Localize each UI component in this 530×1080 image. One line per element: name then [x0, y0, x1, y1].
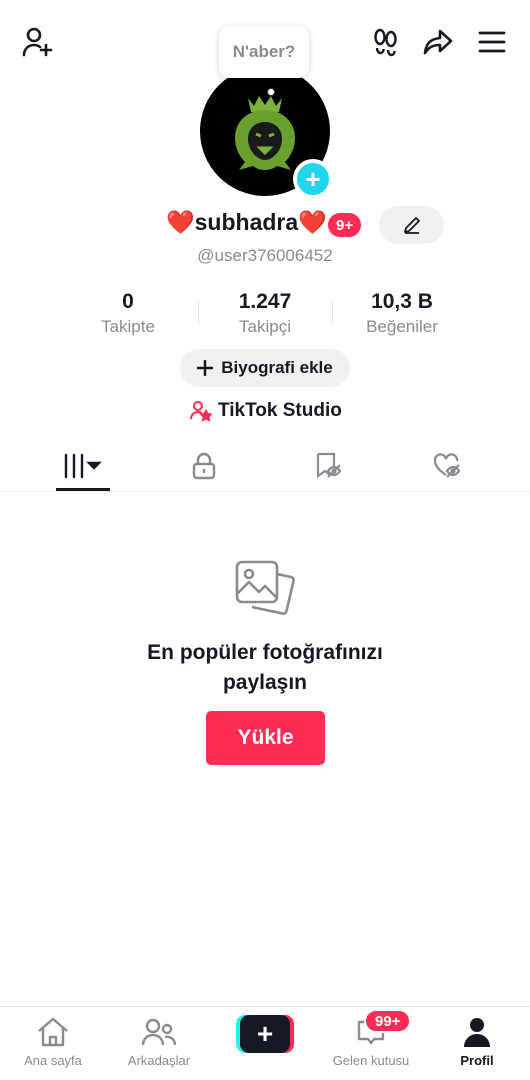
username-handle: @user376006452	[197, 246, 333, 265]
videos-grid-icon	[64, 453, 102, 479]
nav-home[interactable]: Ana sayfa	[3, 1015, 103, 1068]
note-bubble[interactable]: N'aber?	[219, 26, 309, 78]
profile-tabs	[0, 440, 530, 492]
note-dot	[267, 88, 275, 96]
tab-liked[interactable]	[422, 448, 474, 484]
profile-stats: 0 Takipte 1.247 Takipçi 10,3 B Beğeniler	[60, 290, 470, 340]
followers-label: Takipçi	[239, 317, 291, 336]
empty-state-title: En popüler fotoğrafınızı paylaşın	[0, 638, 530, 698]
notification-badge[interactable]: 9+	[328, 213, 362, 237]
liked-hidden-icon	[433, 453, 461, 478]
bottom-nav: Ana sayfa Arkadaşlar + Gelen kutusu 99+	[0, 1006, 530, 1080]
share-profile-button[interactable]	[418, 22, 458, 62]
add-user-icon	[22, 27, 53, 57]
menu-icon	[478, 31, 506, 53]
active-tab-indicator	[56, 488, 110, 491]
name-row: ❤️subhadra❤️ 9+	[0, 206, 530, 246]
avatar-container[interactable]: +	[200, 66, 333, 199]
create-icon: +	[240, 1015, 290, 1053]
following-stat[interactable]: 0 Takipte	[60, 290, 196, 337]
photos-icon	[235, 560, 295, 615]
tiktok-studio-link[interactable]: TikTok Studio	[190, 398, 342, 424]
likes-count: 10,3 B	[371, 290, 433, 313]
stat-divider	[332, 302, 333, 324]
profile-views-button[interactable]	[366, 22, 406, 62]
nav-profile-label: Profil	[460, 1053, 494, 1068]
pencil-icon	[403, 217, 420, 234]
studio-creator-icon	[190, 401, 212, 422]
photo-icon-container	[234, 556, 296, 620]
note-text: N'aber?	[232, 42, 296, 61]
lock-icon	[192, 452, 216, 480]
inbox-badge: 99+	[364, 1009, 412, 1033]
share-icon	[423, 29, 453, 55]
plus-icon	[197, 360, 214, 376]
add-bio-button[interactable]: Biyografi ekle	[180, 349, 350, 387]
nav-friends-label: Arkadaşlar	[127, 1053, 191, 1068]
home-icon	[38, 1017, 68, 1047]
nav-friends[interactable]: Arkadaşlar	[109, 1015, 209, 1068]
tab-private[interactable]	[178, 448, 230, 484]
followers-count: 1.247	[238, 290, 292, 313]
profile-icon	[464, 1018, 490, 1047]
tab-videos[interactable]	[56, 448, 108, 484]
add-user-button[interactable]	[18, 22, 58, 62]
tagged-hidden-icon	[316, 452, 342, 479]
empty-title-line2: paylaşın	[222, 671, 308, 694]
nav-profile[interactable]: Profil	[427, 1015, 527, 1068]
empty-title-line1: En popüler fotoğrafınızı	[147, 641, 383, 664]
likes-label: Beğeniler	[366, 317, 438, 336]
following-label: Takipte	[101, 317, 155, 336]
nav-inbox-label: Gelen kutusu	[332, 1053, 410, 1068]
friends-icon	[141, 1018, 177, 1046]
create-button[interactable]: +	[236, 1015, 294, 1053]
nav-home-label: Ana sayfa	[24, 1053, 82, 1068]
menu-button[interactable]	[472, 22, 512, 62]
followers-stat[interactable]: 1.247 Takipçi	[197, 290, 333, 337]
tiktok-studio-label: TikTok Studio	[218, 400, 342, 421]
edit-profile-button[interactable]	[379, 206, 444, 244]
plus-icon: +	[305, 164, 321, 194]
add-bio-label: Biyografi ekle	[221, 358, 333, 377]
footprint-icon	[374, 28, 397, 57]
upload-button[interactable]: Yükle	[206, 711, 325, 765]
tab-reposts[interactable]	[302, 448, 354, 484]
add-avatar-button[interactable]: +	[293, 159, 333, 199]
following-count: 0	[122, 290, 134, 313]
display-name: ❤️subhadra❤️	[166, 209, 327, 235]
likes-stat[interactable]: 10,3 B Beğeniler	[334, 290, 470, 337]
